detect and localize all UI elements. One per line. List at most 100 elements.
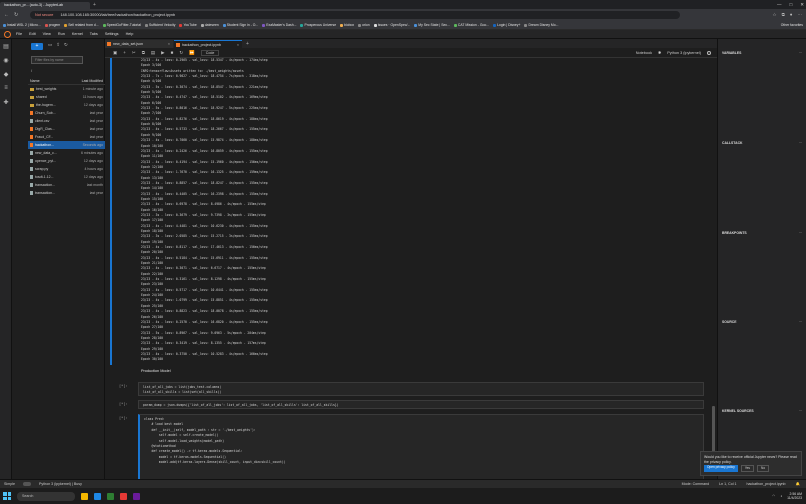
open-privacy-button[interactable]: Open privacy policy: [704, 465, 738, 472]
refresh-icon[interactable]: ↻: [14, 12, 18, 18]
menu-run[interactable]: Run: [58, 32, 65, 36]
file-row[interactable]: best_weights 1 minute ago: [28, 85, 105, 93]
file-row[interactable]: Fraud_CF... last year: [28, 133, 105, 141]
bookmark-item[interactable]: My Sec State | Sec...: [414, 23, 450, 27]
insert-cell-icon[interactable]: +: [123, 50, 126, 55]
close-tab-icon[interactable]: ×: [237, 41, 239, 48]
bookmark-item[interactable]: Sufficient Velocity: [144, 23, 175, 27]
running-icon[interactable]: ◉: [0, 53, 12, 67]
save-icon[interactable]: ▣: [113, 50, 117, 56]
file-row[interactable]: transaction... last month: [28, 181, 105, 189]
file-row[interactable]: shared 11 hours ago: [28, 93, 105, 101]
cursor-position[interactable]: Ln 1, Col 1: [719, 482, 736, 486]
col-modified-header[interactable]: Last Modified: [82, 77, 103, 84]
profile-icon[interactable]: ●: [790, 9, 793, 21]
code-cell-3[interactable]: class Pred: # load best model def __init…: [138, 414, 704, 479]
app2-icon[interactable]: [133, 492, 140, 500]
yes-button[interactable]: Yes: [740, 465, 755, 472]
restart-icon[interactable]: ↻: [179, 50, 183, 56]
minimize-icon[interactable]: —: [777, 0, 782, 9]
bookmark-item[interactable]: Prosperous Universe: [300, 23, 336, 27]
app-icon[interactable]: [120, 492, 127, 500]
maximize-icon[interactable]: □: [790, 0, 793, 9]
extensions-icon[interactable]: ⧉: [782, 9, 785, 21]
notebook-content[interactable]: 23/23 - 4s - loss: 0.2965 - val_loss: 18…: [105, 58, 717, 479]
new-launcher-button[interactable]: +: [31, 43, 43, 50]
file-row[interactable]: new_data_c... 6 minutes ago: [28, 149, 105, 157]
bookmark-item[interactable]: CAT Mission - Goo...: [453, 23, 489, 27]
menu-settings[interactable]: Settings: [105, 32, 119, 36]
menu-file[interactable]: File: [16, 32, 22, 36]
start-menu-icon[interactable]: [3, 492, 11, 500]
bookmark-item[interactable]: SpeedGoFitter-Tutorial: [102, 23, 141, 27]
menu-kernel[interactable]: Kernel: [72, 32, 83, 36]
new-tab-button[interactable]: +: [93, 2, 96, 8]
panel-section-callstack[interactable]: CALLSTACK ⋯: [722, 141, 802, 145]
refresh-files-icon[interactable]: ↻: [64, 42, 68, 48]
col-name-header[interactable]: Name: [30, 77, 40, 84]
paste-icon[interactable]: ▤: [151, 50, 155, 56]
code-cell-1[interactable]: list_of_all_jobs = list(jobs_test.column…: [138, 382, 704, 396]
close-tab-icon[interactable]: ×: [168, 40, 170, 48]
panel-section-variables[interactable]: VARIABLES ⋯: [722, 51, 802, 55]
menu-view[interactable]: View: [43, 32, 51, 36]
bookmark-item[interactable]: orion: [358, 23, 370, 27]
bookmark-item[interactable]: Install WSL 2 | Micro...: [3, 23, 41, 27]
breadcrumb[interactable]: /: [31, 68, 32, 73]
bookmark-item[interactable]: ExaMaster's Dash...: [262, 23, 296, 27]
panel-section-source[interactable]: SOURCE ⋯: [722, 320, 802, 324]
section-actions-icon[interactable]: ⋯: [799, 409, 802, 413]
file-explorer-icon[interactable]: [81, 492, 88, 500]
wifi-icon[interactable]: ◠: [772, 494, 775, 498]
stop-icon[interactable]: ■: [171, 50, 174, 55]
menu-edit[interactable]: Edit: [29, 32, 36, 36]
browser-tab[interactable]: hackathon_pr... (auto-3) - JupyterLab: [0, 2, 90, 9]
file-row[interactable]: hackathon... Seconds ago: [28, 141, 105, 149]
kernel-name[interactable]: Python 3 (ipykernel): [667, 51, 701, 55]
browser-menu-icon[interactable]: ⋯: [798, 9, 803, 21]
bookmark-item[interactable]: YouTube: [179, 23, 197, 27]
panel-section-breakpoints[interactable]: BREAKPOINTS ⋯: [722, 231, 802, 235]
panel-section-kernel-sources[interactable]: KERNEL SOURCES ⋯: [722, 409, 802, 413]
bookmark-item[interactable]: dateseen: [200, 23, 219, 27]
section-actions-icon[interactable]: ⋯: [799, 320, 802, 324]
cut-icon[interactable]: ✂: [132, 50, 136, 56]
code-cell-2[interactable]: param_dump = json.dumps({'list_of_all_jo…: [138, 400, 704, 409]
bookmark-item[interactable]: Student Sign in - O...: [222, 23, 258, 27]
file-row[interactable]: client.csv last year: [28, 117, 105, 125]
file-row[interactable]: transaction... last year: [28, 189, 105, 197]
menu-help[interactable]: Help: [126, 32, 134, 36]
new-tab-plus-icon[interactable]: +: [246, 40, 249, 48]
volume-icon[interactable]: ◖: [780, 494, 782, 498]
no-button[interactable]: No: [757, 465, 770, 472]
file-filter-input[interactable]: Filter files by name: [31, 56, 83, 64]
notebook-tab[interactable]: new_data_set.json ×: [105, 40, 173, 48]
notebook-tab[interactable]: hackathon_project.ipynb ×: [174, 40, 242, 48]
copy-icon[interactable]: ⧉: [142, 50, 145, 55]
section-actions-icon[interactable]: ⋯: [799, 51, 802, 55]
file-row[interactable]: the-hugem... 12 days ago: [28, 101, 105, 109]
close-window-icon[interactable]: ✕: [800, 0, 804, 9]
folder-icon[interactable]: ▤: [0, 39, 12, 53]
new-folder-icon[interactable]: ▭: [48, 42, 52, 48]
run-icon[interactable]: ▶: [161, 50, 164, 56]
clock[interactable]: 2:56 AM 11/4/2023: [787, 492, 802, 500]
extensions-puzzle-icon[interactable]: ✚: [0, 95, 12, 109]
bookmark-item[interactable]: Issues · OpenSpec/...: [373, 23, 410, 27]
bookmark-item[interactable]: progem: [44, 23, 60, 27]
favorite-star-icon[interactable]: ☆: [773, 9, 777, 21]
bell-icon[interactable]: 🔔: [796, 482, 800, 486]
upload-icon[interactable]: ⇪: [56, 42, 60, 48]
url-field[interactable]: Not secure 148.100.108.165:30000/lab/tre…: [30, 11, 680, 19]
bug-icon[interactable]: ✱: [658, 50, 661, 55]
file-row[interactable]: opence_pyt... 12 days ago: [28, 157, 105, 165]
menu-tabs[interactable]: Tabs: [90, 32, 98, 36]
taskbar-search[interactable]: Search: [17, 491, 75, 501]
section-actions-icon[interactable]: ⋯: [799, 141, 802, 145]
bookmark-item[interactable]: Sell related from d...: [64, 23, 99, 27]
file-row[interactable]: scrap.py 4 hours ago: [28, 165, 105, 173]
bookmark-item[interactable]: Dream Disney Mo...: [524, 23, 558, 27]
bookmark-item[interactable]: Login | Disney+: [493, 23, 520, 27]
cell-type-select[interactable]: Code: [200, 49, 220, 56]
markdown-heading[interactable]: Production Model: [141, 369, 171, 373]
